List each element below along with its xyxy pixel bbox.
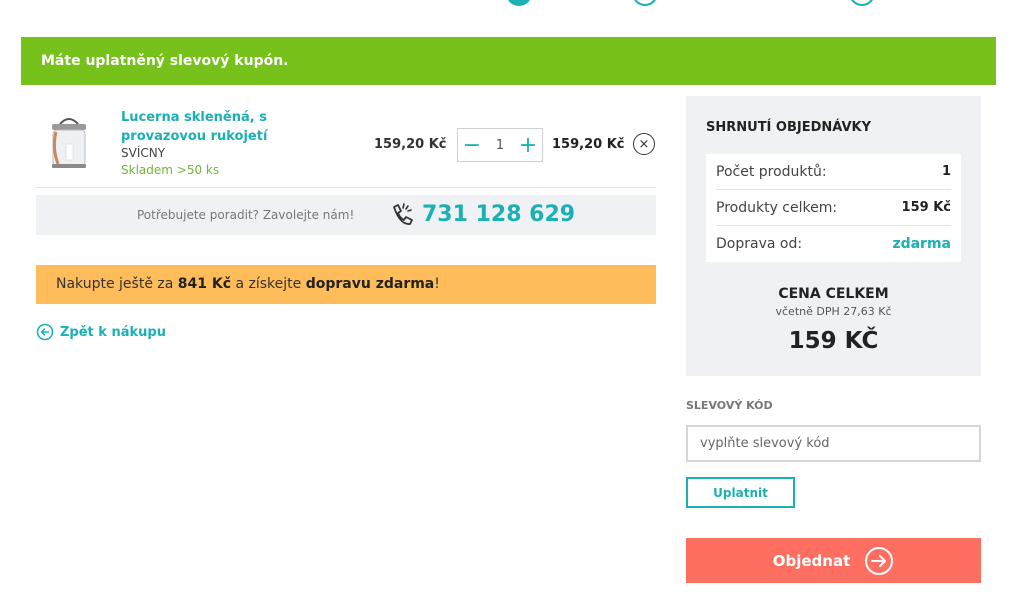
cart-item-row: Lucerna skleněná, s provazovou rukojetí … <box>36 100 656 188</box>
help-contact-box: Potřebujete poradit? Zavolejte nám! 731 … <box>36 195 656 235</box>
summary-value: 1 <box>941 164 951 179</box>
discount-code-label: SLEVOVÝ KÓD <box>686 399 773 412</box>
checkout-step-3-indicator <box>849 0 875 6</box>
coupon-applied-banner: Máte uplatněný slevový kupón. <box>21 37 996 85</box>
quantity-increase-button[interactable]: + <box>514 129 542 161</box>
unit-price: 159,20 Kč <box>374 137 447 152</box>
checkout-step-2-indicator <box>632 0 658 6</box>
product-stock-status: Skladem >50 ks <box>121 163 220 177</box>
summary-table: Počet produktů: 1 Produkty celkem: 159 K… <box>706 154 961 262</box>
quantity-stepper: − 1 + <box>457 128 543 162</box>
summary-value: 159 Kč <box>901 200 951 215</box>
close-icon: × <box>638 136 650 152</box>
quantity-input[interactable]: 1 <box>486 138 514 153</box>
shipping-middle: a získejte <box>231 276 306 292</box>
back-to-shop-link[interactable]: Zpět k nákupu <box>36 323 166 341</box>
shipping-remaining-amount: 841 Kč <box>177 276 232 292</box>
summary-row-shipping: Doprava od: zdarma <box>716 226 951 262</box>
grand-total-amount: 159 KČ <box>788 328 879 354</box>
product-category: SVÍCNY <box>121 146 166 160</box>
shipping-prefix: Nakupte ještě za <box>56 276 178 292</box>
summary-label: Počet produktů: <box>716 163 827 180</box>
summary-row-products-total: Produkty celkem: 159 Kč <box>716 190 951 226</box>
summary-value: zdarma <box>892 236 951 252</box>
order-summary-panel: SHRNUTÍ OBJEDNÁVKY Počet produktů: 1 Pro… <box>686 96 981 376</box>
product-image[interactable] <box>44 114 94 172</box>
free-shipping-notice: Nakupte ještě za 841 Kč a získejte dopra… <box>36 265 656 304</box>
arrow-left-circle-icon <box>36 323 54 341</box>
order-button-label: Objednat <box>772 551 851 570</box>
phone-icon <box>393 203 413 225</box>
summary-row-product-count: Počet produktů: 1 <box>716 154 951 190</box>
phone-number[interactable]: 731 128 629 <box>422 202 575 227</box>
summary-label: Doprava od: <box>716 236 803 252</box>
place-order-button[interactable]: Objednat <box>686 538 981 583</box>
grand-total-label: CENA CELKEM <box>778 286 889 302</box>
summary-label: Produkty celkem: <box>716 199 838 216</box>
checkout-step-1-indicator <box>506 0 532 6</box>
shipping-highlight: dopravu zdarma <box>305 276 435 292</box>
discount-code-input[interactable] <box>686 425 981 462</box>
product-name-link[interactable]: Lucerna skleněná, s provazovou rukojetí <box>121 108 351 146</box>
summary-title: SHRNUTÍ OBJEDNÁVKY <box>706 120 871 135</box>
arrow-right-circle-icon <box>865 546 894 575</box>
remove-item-button[interactable]: × <box>633 133 655 155</box>
back-link-label: Zpět k nákupu <box>60 324 166 340</box>
shipping-suffix: ! <box>434 276 440 292</box>
vat-note: včetně DPH 27,63 Kč <box>775 305 892 318</box>
help-text: Potřebujete poradit? Zavolejte nám! <box>137 208 355 222</box>
item-total-price: 159,20 Kč <box>552 137 625 152</box>
apply-discount-button[interactable]: Uplatnit <box>686 477 795 508</box>
quantity-decrease-button[interactable]: − <box>458 129 486 161</box>
